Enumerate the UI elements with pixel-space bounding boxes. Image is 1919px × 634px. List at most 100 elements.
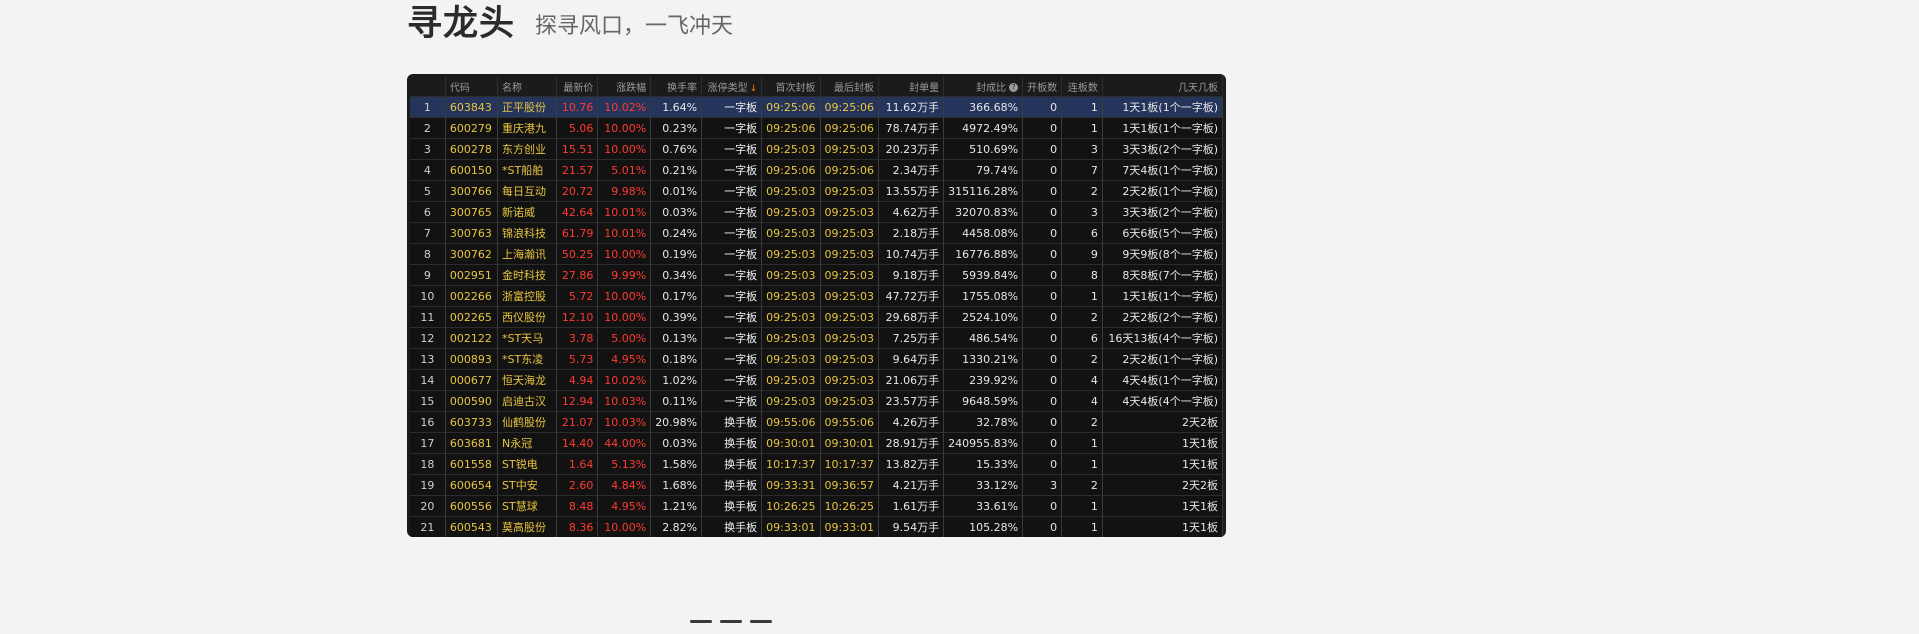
col-header-limit-type[interactable]: 涨停类型 ↓ (701, 76, 763, 97)
col-header-first-seal[interactable]: 首次封板 (761, 76, 821, 97)
streak-count: 4 (1061, 369, 1103, 391)
seal-ratio: 486.54% (943, 327, 1024, 349)
table-row[interactable]: 11 002265 西仪股份 12.10 10.00% 0.39% 一字板 09:25:03 0… (410, 306, 1224, 328)
change-pct: 10.00% (597, 306, 652, 328)
table-row[interactable]: 3 600278 东方创业 15.51 10.00% 0.76% 一字板 09:25:03 09… (410, 138, 1224, 160)
limit-type: 一字板 (701, 348, 763, 370)
sort-desc-icon[interactable]: ↓ (750, 84, 758, 94)
table-row[interactable]: 13 000893 *ST东凌 5.73 4.95% 0.18% 一字板 09:25:03 09… (410, 348, 1224, 370)
last-seal-time: 09:25:06 (820, 117, 879, 139)
table-row[interactable]: 19 600654 ST中安 2.60 4.84% 1.68% 换手板 09:33:31 09:… (410, 474, 1224, 496)
col-header-price[interactable]: 最新价 (556, 76, 599, 97)
stock-code: 600654 (445, 474, 499, 496)
col-header-turnover[interactable]: 换手率 (650, 76, 703, 97)
table-row[interactable]: 16 603733 仙鹤股份 21.07 10.03% 20.98% 换手板 09:55:06… (410, 411, 1224, 433)
streak-count: 2 (1061, 180, 1103, 202)
bottom-cutoff-heading (690, 620, 780, 634)
table-row[interactable]: 20 600556 ST慧球 8.48 4.95% 1.21% 换手板 10:26:25 10:… (410, 495, 1224, 517)
table-row[interactable]: 2 600279 重庆港九 5.06 10.00% 0.23% 一字板 09:25:06 09:… (410, 117, 1224, 139)
days-boards: 9天9板(8个一字板) (1102, 243, 1224, 265)
last-seal-time: 09:25:03 (820, 369, 879, 391)
row-index: 9 (410, 264, 446, 286)
latest-price: 4.94 (556, 369, 599, 391)
stock-name: 浙富控股 (497, 285, 558, 307)
last-seal-time: 09:55:06 (820, 411, 879, 433)
streak-count: 1 (1061, 516, 1103, 537)
table-row[interactable]: 17 603681 N永冠 14.40 44.00% 0.03% 换手板 09:30:01 09… (410, 432, 1224, 454)
latest-price: 21.57 (556, 159, 599, 181)
col-header-days-boards[interactable]: 几天几板 (1102, 76, 1224, 97)
open-count: 0 (1022, 243, 1063, 265)
latest-price: 12.10 (556, 306, 599, 328)
change-pct: 10.00% (597, 117, 652, 139)
table-row[interactable]: 10 002266 浙富控股 5.72 10.00% 0.17% 一字板 09:25:03 09… (410, 285, 1224, 307)
table-row[interactable]: 4 600150 *ST船舶 21.57 5.01% 0.21% 一字板 09:25:06 09… (410, 159, 1224, 181)
open-count: 0 (1022, 285, 1063, 307)
stock-code: 000590 (445, 390, 499, 412)
table-row[interactable]: 5 300766 每日互动 20.72 9.98% 0.01% 一字板 09:25:03 09:… (410, 180, 1224, 202)
turnover-rate: 0.03% (650, 201, 703, 223)
limit-type: 一字板 (701, 138, 763, 160)
change-pct: 10.01% (597, 222, 652, 244)
row-index: 8 (410, 243, 446, 265)
col-header-open-count[interactable]: 开板数 (1022, 76, 1063, 97)
change-pct: 5.01% (597, 159, 652, 181)
table-row[interactable]: 18 601558 ST锐电 1.64 5.13% 1.58% 换手板 10:17:37 10:… (410, 453, 1224, 475)
latest-price: 2.60 (556, 474, 599, 496)
col-header-name[interactable]: 名称 (497, 76, 558, 97)
col-header-streak[interactable]: 连板数 (1061, 76, 1103, 97)
limit-type: 一字板 (701, 222, 763, 244)
table-row[interactable]: 12 002122 *ST天马 3.78 5.00% 0.13% 一字板 09:25:03 09… (410, 327, 1224, 349)
streak-count: 1 (1061, 453, 1103, 475)
latest-price: 1.64 (556, 453, 599, 475)
seal-ratio: 16776.88% (943, 243, 1024, 265)
change-pct: 10.01% (597, 201, 652, 223)
streak-count: 2 (1061, 474, 1103, 496)
seal-volume: 13.82万手 (878, 453, 945, 475)
stock-code: 600279 (445, 117, 499, 139)
turnover-rate: 20.98% (650, 411, 703, 433)
turnover-rate: 1.21% (650, 495, 703, 517)
last-seal-time: 09:25:03 (820, 306, 879, 328)
table-row[interactable]: 1 603843 正平股份 10.76 10.02% 1.64% 一字板 09:25:06 09… (410, 96, 1224, 118)
row-index: 4 (410, 159, 446, 181)
turnover-rate: 0.76% (650, 138, 703, 160)
table-row[interactable]: 15 000590 启迪古汉 12.94 10.03% 0.11% 一字板 09:25:03 0… (410, 390, 1224, 412)
seal-ratio: 2524.10% (943, 306, 1024, 328)
change-pct: 4.95% (597, 348, 652, 370)
stock-code: 600278 (445, 138, 499, 160)
first-seal-time: 09:25:03 (761, 306, 821, 328)
table-row[interactable]: 9 002951 金时科技 27.86 9.99% 0.34% 一字板 09:25:03 09:… (410, 264, 1224, 286)
change-pct: 9.98% (597, 180, 652, 202)
limit-type: 一字板 (701, 201, 763, 223)
seal-volume: 1.61万手 (878, 495, 945, 517)
col-header-change[interactable]: 涨跌幅 (597, 76, 652, 97)
turnover-rate: 1.68% (650, 474, 703, 496)
table-row[interactable]: 7 300763 锦浪科技 61.79 10.01% 0.24% 一字板 09:25:03 09… (410, 222, 1224, 244)
row-index: 16 (410, 411, 446, 433)
col-header-seal-volume[interactable]: 封单量 (878, 76, 945, 97)
limit-type: 一字板 (701, 369, 763, 391)
row-index: 18 (410, 453, 446, 475)
page-title: 寻龙头 (407, 4, 516, 44)
change-pct: 10.03% (597, 411, 652, 433)
col-header-seal-ratio[interactable]: 封成比? (943, 76, 1024, 97)
table-row[interactable]: 6 300765 新诺威 42.64 10.01% 0.03% 一字板 09:25:03 09:… (410, 201, 1224, 223)
table-row[interactable]: 14 000677 恒天海龙 4.94 10.02% 1.02% 一字板 09:25:03 09… (410, 369, 1224, 391)
col-header-last-seal[interactable]: 最后封板 (820, 76, 879, 97)
stock-name: 正平股份 (497, 96, 558, 118)
days-boards: 2天2板(1个一字板) (1102, 180, 1224, 202)
last-seal-time: 09:25:06 (820, 96, 879, 118)
col-header-code[interactable]: 代码 (445, 76, 499, 97)
table-row[interactable]: 21 600543 莫高股份 8.36 10.00% 2.82% 换手板 09:33:01 09… (410, 516, 1224, 537)
seal-volume: 7.25万手 (878, 327, 945, 349)
change-pct: 5.00% (597, 327, 652, 349)
latest-price: 50.25 (556, 243, 599, 265)
open-count: 0 (1022, 390, 1063, 412)
stock-code: 600556 (445, 495, 499, 517)
table-row[interactable]: 8 300762 上海瀚讯 50.25 10.00% 0.19% 一字板 09:25:03 09… (410, 243, 1224, 265)
page-header: 寻龙头 探寻风口，一飞冲天 (407, 0, 733, 44)
question-icon[interactable]: ? (1009, 83, 1019, 92)
row-index: 12 (410, 327, 446, 349)
latest-price: 61.79 (556, 222, 599, 244)
